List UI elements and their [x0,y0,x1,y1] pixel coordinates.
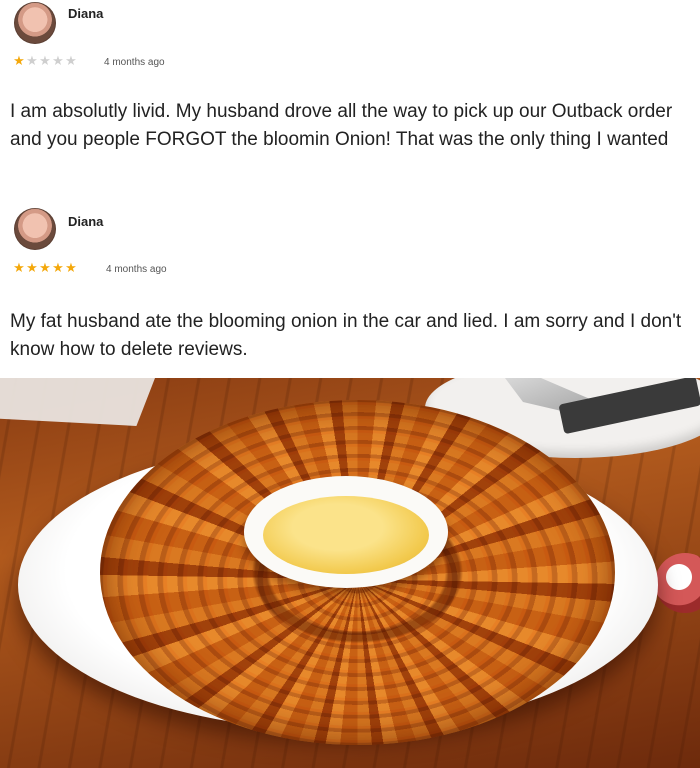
review-text: I am absolutly livid. My husband drove a… [10,101,673,150]
star-icon: ★ [52,260,64,275]
star-icon: ★ [65,260,77,275]
side-plate [0,378,155,426]
review-author[interactable]: Diana [68,6,103,21]
star-rating: ★ ★ ★ ★ ★ [12,53,77,69]
review-1: Diana ★ ★ ★ ★ ★ 4 months ago I am absolutly … [0,0,700,192]
avatar[interactable] [14,2,56,44]
avatar[interactable] [14,208,56,250]
star-rating: ★ ★ ★ ★ ★ [12,260,77,276]
food-photo[interactable] [0,378,700,768]
review-timestamp: 4 months ago [104,57,165,68]
review-timestamp: 4 months ago [106,264,167,275]
review-text: My fat husband ate the blooming onion in… [10,311,682,360]
star-icon: ★ [52,53,64,68]
star-icon: ★ [39,53,51,68]
star-icon: ★ [65,53,77,68]
star-icon: ★ [26,260,38,275]
star-icon: ★ [26,53,38,68]
review-2: Diana ★ ★ ★ ★ ★ 4 months ago My fat husband … [0,196,700,376]
review-author[interactable]: Diana [68,214,103,229]
star-icon: ★ [13,53,25,68]
dipping-sauce [263,496,429,574]
star-icon: ★ [13,260,25,275]
star-icon: ★ [39,260,51,275]
